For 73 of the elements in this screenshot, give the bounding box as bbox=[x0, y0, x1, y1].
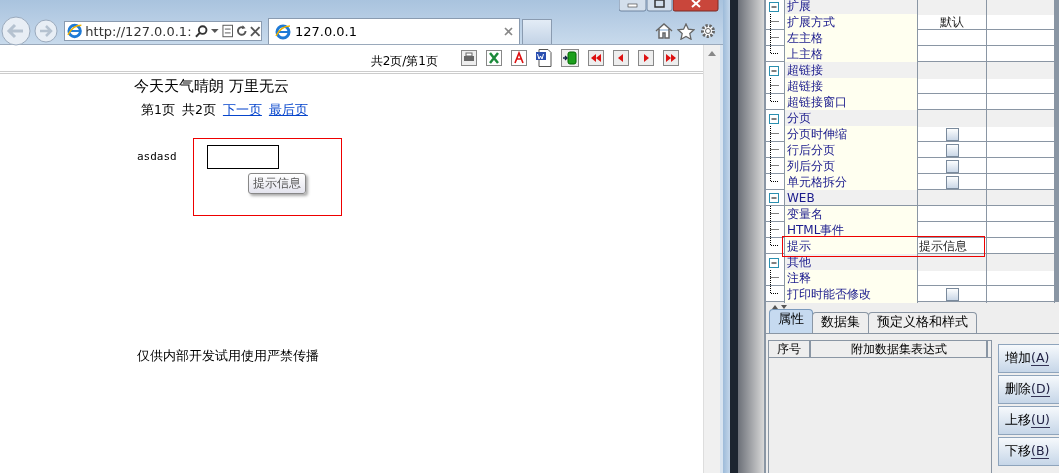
tree-elbow-icon bbox=[770, 174, 779, 182]
scrollbar[interactable] bbox=[703, 45, 720, 473]
tree-branch-icon bbox=[770, 30, 779, 45]
maximize-button[interactable] bbox=[647, 0, 673, 12]
panel-tab[interactable]: 属性 bbox=[769, 309, 813, 333]
checkbox[interactable] bbox=[945, 288, 959, 301]
last-page-icon[interactable] bbox=[663, 50, 679, 66]
tree-branch-icon bbox=[770, 270, 779, 285]
splitter-arrows-icon[interactable] bbox=[772, 303, 788, 310]
home-icon[interactable] bbox=[655, 23, 673, 39]
tree-branch-icon bbox=[770, 78, 779, 93]
tree-branch-icon bbox=[770, 142, 779, 157]
action-button[interactable]: 增加(A) bbox=[998, 344, 1059, 373]
action-button[interactable]: 上移(U) bbox=[998, 406, 1059, 435]
property-name[interactable]: 打印时能否修改 bbox=[785, 286, 918, 303]
tree-branch-icon bbox=[770, 14, 779, 29]
scroll-up-arrow-icon[interactable] bbox=[708, 51, 716, 56]
field-label: asdasd bbox=[137, 150, 178, 165]
footer-notice: 仅供内部开发试用使用严禁传播 bbox=[137, 348, 320, 365]
collapse-icon[interactable] bbox=[768, 191, 780, 204]
tree-branch-icon bbox=[770, 158, 779, 173]
tree-elbow-icon bbox=[770, 94, 779, 102]
report-title: 今天天气晴朗 万里无云 bbox=[134, 77, 290, 96]
next-page-icon[interactable] bbox=[638, 50, 654, 66]
address-text: http://127.0.0.1: bbox=[85, 23, 192, 39]
search-icon[interactable] bbox=[194, 24, 208, 38]
excel-export-icon[interactable] bbox=[486, 50, 502, 66]
collapse-icon[interactable] bbox=[768, 112, 780, 125]
browser-logo-icon bbox=[67, 23, 83, 39]
checkbox[interactable] bbox=[945, 144, 959, 157]
close-tab-icon[interactable] bbox=[504, 27, 513, 36]
action-button[interactable]: 下移(B) bbox=[998, 437, 1059, 466]
page-text: 共2页 bbox=[181, 102, 216, 119]
page-text: 第1页 bbox=[141, 102, 175, 119]
favorites-star-icon[interactable] bbox=[677, 22, 695, 40]
compat-view-icon[interactable] bbox=[221, 24, 233, 38]
tree-branch-icon bbox=[770, 206, 779, 221]
settings-icon[interactable] bbox=[699, 22, 717, 40]
pdf-export-icon[interactable] bbox=[511, 50, 527, 66]
collapse-icon[interactable] bbox=[768, 64, 780, 77]
checkbox[interactable] bbox=[945, 128, 959, 141]
checkbox[interactable] bbox=[945, 160, 959, 173]
tree-elbow-icon bbox=[770, 46, 779, 54]
previous-page-icon[interactable] bbox=[613, 50, 629, 66]
tree-branch-icon bbox=[770, 222, 779, 237]
back-button[interactable] bbox=[0, 16, 32, 46]
page-link[interactable]: 最后页 bbox=[268, 102, 308, 119]
page-link[interactable]: 下一页 bbox=[222, 102, 262, 119]
export-icon[interactable] bbox=[561, 49, 579, 67]
checkbox[interactable] bbox=[945, 176, 959, 189]
refresh-icon[interactable] bbox=[236, 24, 248, 38]
browser-logo-icon bbox=[275, 23, 291, 40]
close-button[interactable] bbox=[673, 0, 719, 12]
tree-elbow-icon bbox=[770, 238, 779, 246]
browser-tab[interactable]: 127.0.0.1 bbox=[268, 18, 520, 44]
panel-tab[interactable]: 数据集 bbox=[812, 312, 869, 333]
action-button[interactable]: 删除(D) bbox=[998, 375, 1059, 404]
first-page-icon[interactable] bbox=[588, 50, 604, 66]
page-count-text: 共2页/第1页 bbox=[370, 52, 438, 70]
panel-tab[interactable]: 预定义格和样式 bbox=[868, 312, 977, 333]
print-icon[interactable] bbox=[461, 50, 477, 66]
property-group-label[interactable]: WEB bbox=[785, 190, 918, 205]
new-tab-button[interactable] bbox=[522, 19, 552, 44]
tooltip: 提示信息 bbox=[248, 173, 306, 194]
collapse-icon[interactable] bbox=[768, 256, 780, 269]
tree-elbow-icon bbox=[770, 286, 779, 294]
address-bar[interactable]: http://127.0.0.1: bbox=[64, 21, 262, 41]
word-export-icon[interactable] bbox=[536, 49, 552, 67]
tree-branch-icon bbox=[770, 126, 779, 141]
input-field[interactable] bbox=[207, 145, 279, 169]
stop-icon[interactable] bbox=[250, 25, 261, 37]
dropdown-caret-icon[interactable] bbox=[210, 28, 219, 34]
collapse-icon[interactable] bbox=[768, 0, 780, 13]
